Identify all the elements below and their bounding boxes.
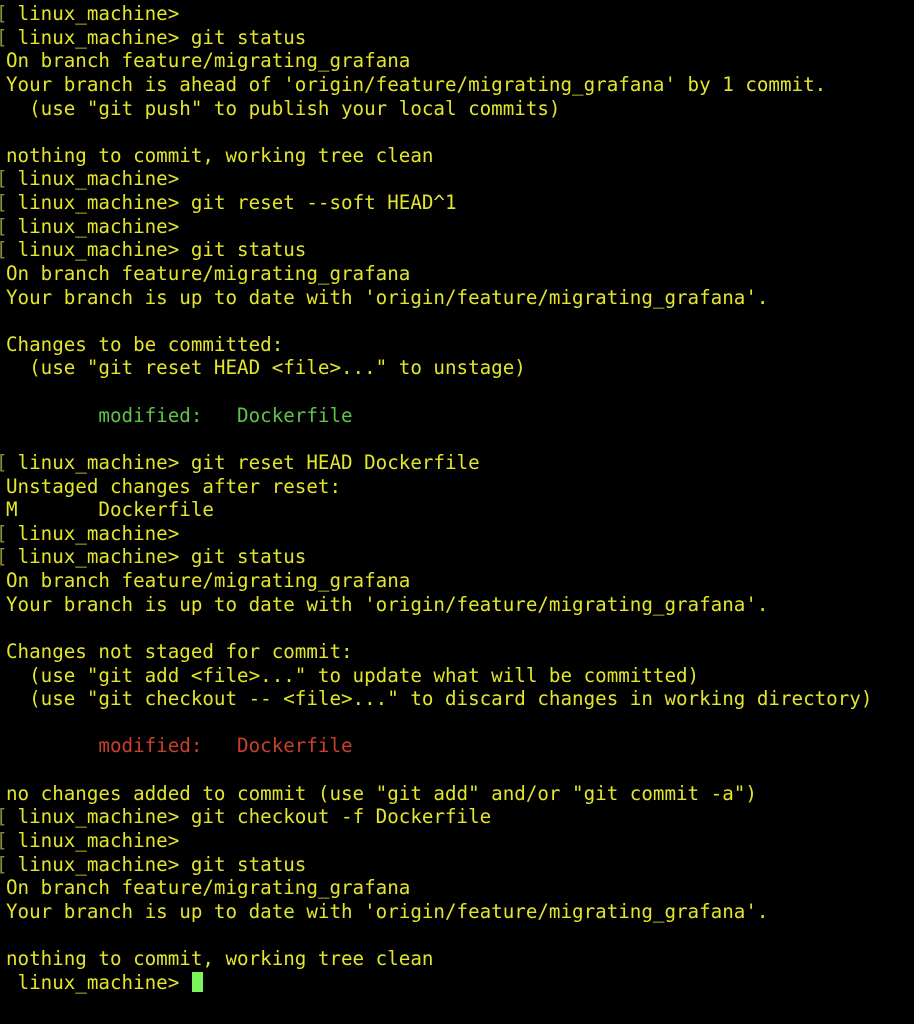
prompt-bracket: [	[0, 853, 8, 877]
shell-prompt: linux_machine>	[6, 238, 191, 262]
prompt-bracket: [	[0, 545, 8, 569]
shell-prompt: linux_machine>	[6, 852, 191, 876]
text-cursor	[191, 971, 203, 992]
output-text: On branch feature/migrating_grafana	[6, 569, 411, 592]
output-line: On branch feature/migrating_grafana	[6, 262, 872, 286]
prompt-bracket: [	[0, 805, 8, 829]
shell-prompt: linux_machine>	[6, 191, 191, 214]
output-line: Your branch is up to date with 'origin/f…	[6, 900, 872, 924]
output-text: no changes added to commit (use "git add…	[6, 781, 757, 805]
prompt-line: [ linux_machine>	[0, 2, 872, 26]
output-text: Unstaged changes after reset:	[6, 474, 342, 498]
output-line: (use "git push" to publish your local co…	[6, 97, 872, 121]
output-line: Your branch is up to date with 'origin/f…	[6, 593, 872, 617]
prompt-bracket: [	[0, 522, 8, 546]
output-text: Changes to be committed:	[6, 332, 284, 356]
prompt-line: [ linux_machine> git status	[0, 852, 872, 877]
output-line: modified: Dockerfile	[6, 404, 872, 428]
output-line: no changes added to commit (use "git add…	[6, 782, 872, 806]
output-text: (use "git push" to publish your local co…	[6, 96, 561, 120]
prompt-line: [ linux_machine> git checkout -f Dockerf…	[0, 805, 872, 829]
prompt-line: [ linux_machine> git status	[0, 238, 872, 262]
command-text: git status	[190, 545, 307, 569]
output-text: Your branch is up to date with 'origin/f…	[6, 285, 769, 309]
command-text: git checkout -f Dockerfile	[190, 805, 492, 829]
output-line: nothing to commit, working tree clean	[6, 144, 872, 168]
prompt-line: [ linux_machine> git status	[0, 25, 872, 50]
output-line: nothing to commit, working tree clean	[6, 947, 872, 971]
prompt-line: [ linux_machine>	[0, 521, 872, 546]
output-text: nothing to commit, working tree clean	[6, 143, 434, 167]
prompt-bracket: [	[0, 238, 8, 262]
prompt-line: [ linux_machine> git reset HEAD Dockerfi…	[0, 450, 872, 475]
shell-prompt: linux_machine>	[6, 450, 191, 474]
shell-prompt: linux_machine>	[6, 2, 191, 25]
output-line: Changes to be committed:	[6, 333, 872, 357]
output-line: (use "git add <file>..." to update what …	[6, 664, 872, 688]
command-text: git reset --soft HEAD^1	[190, 191, 457, 214]
prompt-line: [ linux_machine> git reset --soft HEAD^1	[0, 191, 872, 215]
output-text: On branch feature/migrating_grafana	[6, 876, 411, 900]
command-text: git status	[190, 25, 307, 49]
output-line: On branch feature/migrating_grafana	[6, 876, 872, 900]
output-text: Your branch is ahead of 'origin/feature/…	[6, 72, 827, 96]
output-line: Unstaged changes after reset:	[6, 475, 872, 499]
command-text: git status	[190, 852, 307, 876]
prompt-line: [ linux_machine>	[0, 167, 872, 191]
shell-prompt: linux_machine>	[6, 828, 191, 852]
output-line: M Dockerfile	[6, 498, 872, 522]
output-line: Your branch is ahead of 'origin/feature/…	[6, 73, 872, 97]
output-line: modified: Dockerfile	[6, 734, 872, 758]
output-text: (use "git checkout -- <file>..." to disc…	[6, 687, 873, 711]
output-line: Changes not staged for commit:	[6, 640, 872, 664]
output-line: On branch feature/migrating_grafana	[6, 569, 872, 593]
output-text: M Dockerfile	[6, 498, 214, 522]
prompt-bracket: [	[0, 191, 8, 215]
output-text: nothing to commit, working tree clean	[6, 947, 434, 970]
prompt-bracket: [	[0, 451, 8, 475]
shell-prompt: linux_machine>	[6, 545, 191, 569]
prompt-bracket: [	[0, 215, 8, 239]
prompt-bracket: [	[0, 2, 8, 26]
output-line: (use "git checkout -- <file>..." to disc…	[6, 687, 872, 711]
output-line: On branch feature/migrating_grafana	[6, 49, 872, 73]
output-text: Your branch is up to date with 'origin/f…	[6, 899, 769, 923]
prompt-bracket: [	[0, 829, 8, 853]
output-text: On branch feature/migrating_grafana	[6, 49, 411, 73]
prompt-bracket: [	[0, 167, 8, 191]
output-text: modified: Dockerfile	[6, 734, 353, 758]
command-text: git status	[190, 238, 307, 262]
prompt-line: [ linux_machine>	[0, 214, 872, 239]
output-text: Changes not staged for commit:	[6, 639, 353, 663]
shell-prompt: linux_machine>	[6, 214, 191, 238]
prompt-bracket: [	[0, 26, 8, 50]
output-text: On branch feature/migrating_grafana	[6, 261, 411, 285]
output-line: Your branch is up to date with 'origin/f…	[6, 286, 872, 310]
output-text: (use "git reset HEAD <file>..." to unsta…	[6, 356, 526, 380]
output-text: Your branch is up to date with 'origin/f…	[6, 592, 769, 616]
shell-prompt: linux_machine>	[6, 167, 191, 191]
output-text: (use "git add <file>..." to update what …	[6, 663, 700, 687]
shell-prompt: linux_machine>	[6, 970, 191, 994]
shell-prompt: linux_machine>	[6, 805, 191, 829]
terminal-output[interactable]: [ linux_machine> [ linux_machine> git st…	[0, 2, 872, 995]
shell-prompt: linux_machine>	[6, 521, 191, 545]
prompt-line: [ linux_machine> git status	[0, 545, 872, 569]
output-text: modified: Dockerfile	[6, 403, 353, 427]
prompt-line: linux_machine>	[6, 971, 872, 995]
prompt-line: [ linux_machine>	[0, 828, 872, 853]
command-text: git reset HEAD Dockerfile	[190, 450, 480, 474]
output-line: (use "git reset HEAD <file>..." to unsta…	[6, 356, 872, 380]
shell-prompt: linux_machine>	[6, 25, 191, 49]
